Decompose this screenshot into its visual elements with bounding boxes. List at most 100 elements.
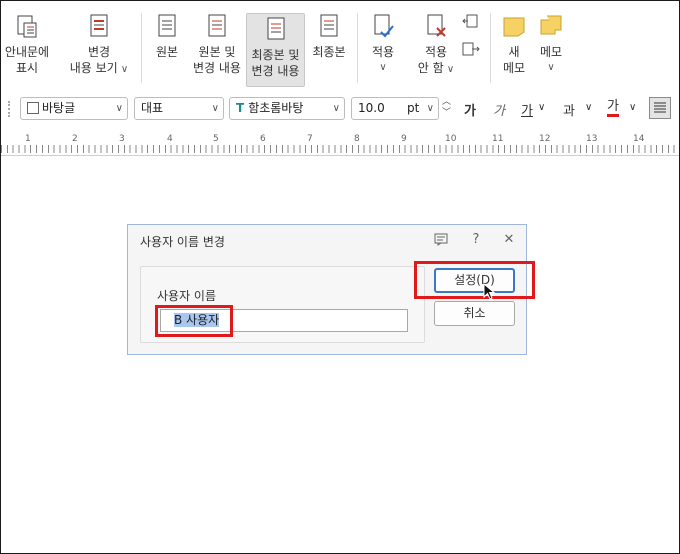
dont-apply-label-1: 적용	[424, 45, 448, 59]
original-changes-label-1: 원본 및	[198, 45, 236, 59]
final-changes-label-1: 최종본 및	[251, 48, 300, 62]
ruler-ticks	[1, 145, 679, 153]
ruler-mark: 10	[445, 134, 457, 144]
apply-label: 적용	[371, 45, 395, 59]
horizontal-ruler[interactable]: 1 2 3 4 5 6 7 8 9 10 11 12 13 14	[1, 128, 679, 156]
chevron-down-icon: ∨	[547, 62, 555, 73]
dialog-title: 사용자 이름 변경	[140, 235, 225, 249]
ruler-mark: 5	[213, 134, 219, 144]
font-value: 함초롬바탕	[248, 101, 304, 115]
chevron-down-icon: ∨	[379, 62, 387, 73]
chevron-down-icon[interactable]: ∨	[538, 102, 545, 113]
original-label: 원본	[155, 45, 179, 59]
original-with-changes-button[interactable]: 원본 및 변경 내용	[191, 12, 243, 76]
strikethrough-button[interactable]: 과	[563, 100, 575, 119]
toolbar-grip	[8, 101, 10, 117]
memo-icon	[540, 15, 562, 35]
language-select[interactable]: 대표 ∨	[134, 97, 224, 120]
style-icon	[27, 102, 39, 114]
font-size-select[interactable]: 10.0 pt ∨	[351, 97, 439, 120]
memo-label: 메모	[539, 45, 563, 59]
ruler-mark: 3	[119, 134, 125, 144]
input-highlight-box	[155, 305, 233, 337]
font-size-unit: pt	[407, 101, 420, 115]
help-icon[interactable]: ?	[468, 232, 484, 248]
original-doc-icon	[158, 14, 176, 37]
button-highlight-box	[414, 261, 535, 299]
ruler-mark: 1	[25, 134, 31, 144]
truetype-font-icon: T	[236, 101, 245, 115]
final-changes-label-2: 변경 내용	[251, 64, 300, 78]
view-changes-button[interactable]: 변경 내용 보기 ∨	[67, 12, 131, 78]
ruler-mark: 9	[401, 134, 407, 144]
justify-icon	[654, 102, 666, 113]
mouse-cursor-icon	[483, 283, 496, 300]
new-memo-button[interactable]: 새 메모	[498, 12, 530, 76]
chevron-down-icon: ∨	[332, 103, 340, 114]
font-select[interactable]: T 함초롬바탕 ∨	[229, 97, 345, 120]
chevron-down-icon: ∨	[426, 103, 434, 114]
font-size-spinner[interactable]: ︿ ﹀	[442, 97, 451, 119]
previous-change-button[interactable]	[461, 13, 481, 35]
apply-check-icon	[374, 14, 394, 38]
final-button[interactable]: 최종본	[310, 12, 348, 60]
close-icon[interactable]: ✕	[501, 232, 517, 248]
bold-button[interactable]: 가	[464, 100, 476, 119]
final-changes-icon	[267, 17, 284, 40]
ribbon-separator	[490, 13, 491, 83]
ruler-mark: 14	[633, 134, 645, 144]
new-memo-label-1: 새	[508, 45, 520, 59]
format-toolbar: 바탕글 ∨ 대표 ∨ T 함초롬바탕 ∨ 10.0 pt ∨ ︿ ﹀ 가 가 가 ∨ 과 …	[1, 93, 679, 125]
guide-display-label-1: 안내문에	[4, 45, 50, 59]
justify-align-button[interactable]	[649, 97, 671, 119]
chevron-down-icon[interactable]: ∨	[629, 102, 636, 113]
dont-apply-label-2: 안 함	[417, 61, 444, 75]
guide-display-label-2: 표시	[15, 61, 39, 75]
ruler-mark: 6	[260, 134, 266, 144]
username-label: 사용자 이름	[157, 289, 217, 303]
final-label: 최종본	[312, 45, 346, 59]
ruler-mark: 13	[586, 134, 598, 144]
previous-change-icon	[462, 14, 478, 28]
original-button[interactable]: 원본	[149, 12, 185, 60]
final-with-changes-button[interactable]: 최종본 및 변경 내용	[246, 13, 305, 87]
chevron-down-icon: ∨	[443, 64, 455, 75]
underline-button[interactable]: 가	[521, 100, 533, 119]
dont-apply-button[interactable]: 적용 안 함 ∨	[413, 12, 459, 78]
chevron-down-icon[interactable]: ∨	[585, 102, 592, 113]
view-changes-label-1: 변경	[87, 45, 111, 59]
style-select[interactable]: 바탕글 ∨	[20, 97, 128, 120]
font-color-button[interactable]: 가	[607, 100, 619, 117]
final-doc-icon	[320, 14, 338, 37]
reject-x-icon	[427, 14, 446, 37]
ruler-mark: 11	[492, 134, 504, 144]
ruler-mark: 8	[354, 134, 360, 144]
change-list-icon	[90, 14, 108, 37]
ruler-mark: 4	[167, 134, 173, 144]
new-memo-icon	[503, 17, 525, 37]
apply-button[interactable]: 적용 ∨	[365, 12, 401, 76]
new-memo-label-2: 메모	[502, 61, 526, 75]
document-guide-icon	[17, 15, 37, 38]
next-change-button[interactable]	[461, 41, 481, 63]
memo-icon[interactable]	[433, 232, 449, 248]
ribbon-separator	[141, 13, 142, 83]
ruler-mark: 2	[72, 134, 78, 144]
chevron-down-icon: ∨	[115, 103, 123, 114]
review-ribbon: 안내문에 표시 변경 내용 보기 ∨ 원본 원본 및 변경 내용 최종본 및 변…	[1, 1, 679, 91]
ruler-mark: 7	[307, 134, 313, 144]
ruler-mark: 12	[539, 134, 551, 144]
language-value: 대표	[141, 101, 164, 115]
original-changes-icon	[208, 14, 226, 37]
original-changes-label-2: 변경 내용	[193, 61, 241, 75]
chevron-down-icon: ∨	[211, 103, 219, 114]
guide-display-button[interactable]: 안내문에 표시	[4, 12, 50, 76]
font-size-value: 10.0	[358, 101, 385, 115]
memo-button[interactable]: 메모 ∨	[535, 12, 567, 76]
ribbon-separator	[357, 13, 358, 83]
next-change-icon	[462, 42, 480, 56]
italic-button[interactable]: 가	[493, 100, 505, 119]
chevron-down-icon: ∨	[117, 64, 129, 75]
style-value: 바탕글	[42, 101, 76, 115]
cancel-button[interactable]: 취소	[434, 301, 515, 326]
